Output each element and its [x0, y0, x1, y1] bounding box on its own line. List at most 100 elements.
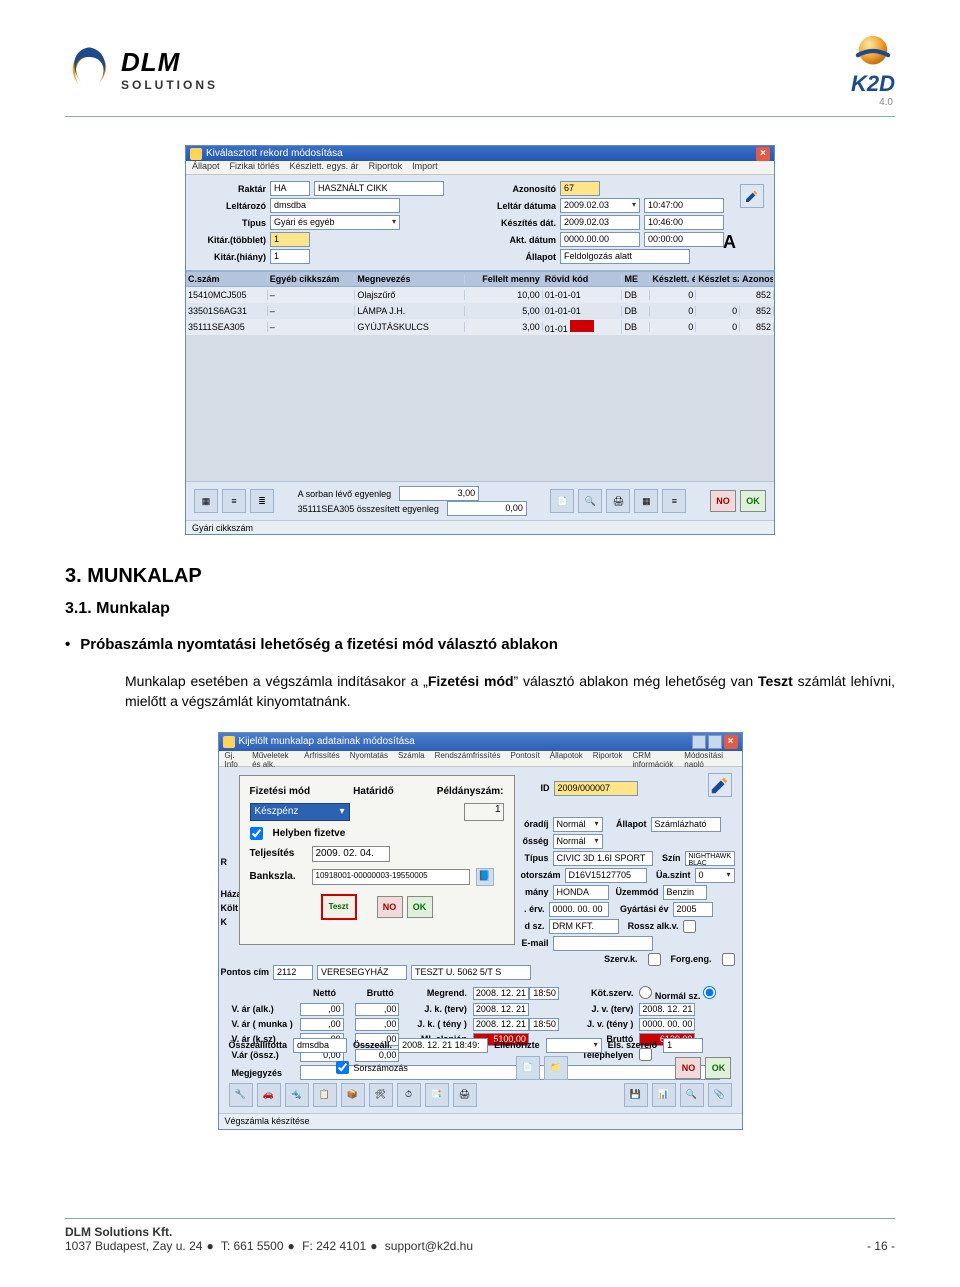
tool-button[interactable]: ≡ — [222, 489, 246, 513]
col-keszlett[interactable]: Készlett. é — [650, 274, 696, 284]
fld[interactable]: 18:50 — [529, 1018, 559, 1031]
maximize-button[interactable] — [708, 735, 722, 749]
fld[interactable]: HONDA — [553, 885, 609, 900]
bank-lookup-button[interactable]: 📘 — [476, 868, 494, 886]
tool-button[interactable]: ▦ — [194, 489, 218, 513]
fld[interactable]: Benzin — [663, 885, 707, 900]
akt-time-field[interactable]: 00:00:00 — [644, 232, 724, 247]
menu-item[interactable]: Műveletek és alk. — [252, 751, 294, 766]
menu-item[interactable]: Rendszámfrissítés — [435, 751, 501, 766]
menu-item[interactable]: Riportok — [369, 161, 403, 174]
close-button[interactable]: × — [724, 735, 738, 749]
azonosito-field[interactable]: 67 — [560, 181, 600, 196]
tool-button[interactable]: ⏱ — [397, 1083, 421, 1107]
tool-button[interactable]: 🔍 — [578, 489, 602, 513]
menu-item[interactable]: CRM információk — [633, 751, 675, 766]
sorszam-checkbox[interactable] — [336, 1061, 349, 1074]
fld[interactable]: dmsdba — [293, 1038, 347, 1053]
leltar-time-field[interactable]: 10:47:00 — [644, 198, 724, 213]
raktar-code-field[interactable]: HA — [270, 181, 310, 196]
tool-button[interactable]: 🔍 — [680, 1083, 704, 1107]
fld[interactable]: 2008. 12. 21 — [639, 1003, 695, 1016]
forg-checkbox[interactable] — [722, 953, 735, 966]
tool-button[interactable]: ▦ — [634, 489, 658, 513]
fld[interactable]: ,00 — [355, 1003, 399, 1016]
fld[interactable]: 2008. 12. 21 — [473, 1018, 529, 1031]
tool-button[interactable]: 🔩 — [285, 1083, 309, 1107]
tool-button[interactable]: ≡ — [662, 489, 686, 513]
table-row[interactable]: 35111SEA305 – GYÚJTÁSKULCS 3,00 01-01 DB… — [186, 319, 774, 335]
fld[interactable]: 1 — [663, 1038, 703, 1053]
menu-item[interactable]: Állapot — [192, 161, 220, 174]
szervk-checkbox[interactable] — [648, 953, 661, 966]
normal-radio[interactable] — [703, 986, 716, 999]
table-row[interactable]: 15410MCJ505 – Olajszűrő 10,00 01-01-01 D… — [186, 287, 774, 303]
col-megnev[interactable]: Megnevezés — [355, 274, 465, 284]
keszites-field[interactable]: 2009.02.03 — [560, 215, 640, 230]
tool-button[interactable]: 🚗 — [257, 1083, 281, 1107]
fld[interactable]: 18:50 — [529, 987, 559, 1000]
tool-button[interactable]: 📎 — [708, 1083, 732, 1107]
fld[interactable]: 0000. 00. 00 — [639, 1018, 695, 1031]
fld[interactable]: 0000. 00. 00 — [549, 902, 609, 917]
table-row[interactable]: 33501S6AG31 – LÁMPA J.H. 5,00 01-01-01 D… — [186, 303, 774, 319]
raktar-field[interactable]: HASZNÁLT CIKK — [314, 181, 444, 196]
ok-button[interactable]: OK — [740, 490, 766, 512]
menu-item[interactable]: Gj. Info — [225, 751, 243, 766]
email-field[interactable] — [553, 936, 653, 951]
fld[interactable]: 2005 — [673, 902, 713, 917]
ok-button[interactable]: OK — [705, 1057, 731, 1079]
kotsz-radio[interactable] — [639, 986, 652, 999]
no-button[interactable]: NO — [377, 896, 403, 918]
fld[interactable]: ,00 — [300, 1018, 344, 1031]
col-egyeb[interactable]: Egyéb cikkszám — [268, 274, 356, 284]
edit-button[interactable] — [740, 184, 764, 208]
kitar-hiany-field[interactable]: 1 — [270, 249, 310, 264]
fld[interactable]: D16V15127705 — [565, 868, 647, 883]
ok-button[interactable]: OK — [407, 896, 433, 918]
fld[interactable]: 0 — [695, 868, 735, 883]
teljesites-field[interactable]: 2009. 02. 04. — [312, 846, 390, 862]
kitar-tobblet-field[interactable]: 1 — [270, 232, 310, 247]
fld[interactable]: VERESEGYHÁZ — [317, 965, 407, 980]
tool-button[interactable]: 📦 — [341, 1083, 365, 1107]
col-cszam[interactable]: C.szám — [186, 274, 268, 284]
fld[interactable]: CIVIC 3D 1.6I SPORT — [553, 851, 653, 866]
tool-button[interactable]: 🔧 — [229, 1083, 253, 1107]
tool-button[interactable]: 📄 — [550, 489, 574, 513]
fld[interactable]: 2008. 12. 21 — [473, 987, 529, 1000]
fld[interactable]: 2112 — [273, 965, 313, 980]
fld[interactable]: Normál — [553, 834, 603, 849]
minimize-button[interactable] — [692, 735, 706, 749]
keszites-time-field[interactable]: 10:46:00 — [644, 215, 724, 230]
menu-item[interactable]: Import — [412, 161, 438, 174]
col-keszlet[interactable]: Rövid kód — [543, 274, 623, 284]
tool-button[interactable]: 📊 — [652, 1083, 676, 1107]
peldany-spinner[interactable]: 1 — [464, 803, 504, 821]
close-button[interactable]: × — [756, 147, 770, 161]
leltarozo-field[interactable]: dmsdba — [270, 198, 400, 213]
fld[interactable]: Normál — [553, 817, 603, 832]
tool-button[interactable]: 🖨 — [453, 1083, 477, 1107]
tool-button[interactable]: 🛠 — [369, 1083, 393, 1107]
tool-button[interactable]: ≣ — [250, 489, 274, 513]
akt-field[interactable]: 0000.00.00 — [560, 232, 640, 247]
menu-item[interactable]: Készlett. egys. ár — [290, 161, 359, 174]
menu-item[interactable]: Pontosít — [510, 751, 539, 766]
teszt-button[interactable]: Teszt — [321, 894, 357, 920]
fld[interactable]: ,00 — [355, 1018, 399, 1031]
menu-item[interactable]: Számla — [398, 751, 425, 766]
col-azon[interactable]: Azonosító — [740, 274, 774, 284]
fld[interactable]: 2008. 12. 21 — [473, 1003, 529, 1016]
fld[interactable]: 2008. 12. 21 18:49: — [398, 1038, 488, 1053]
menu-item[interactable]: Módosítási napló — [684, 751, 725, 766]
leltar-datum-field[interactable]: 2009.02.03 — [560, 198, 640, 213]
fld[interactable]: NIGHTHAWK BLAC — [685, 851, 735, 866]
no-button[interactable]: NO — [675, 1057, 701, 1079]
tipus-select[interactable]: Gyári és egyéb — [270, 215, 400, 230]
bankszla-field[interactable]: 10918001-00000003-19550005 — [312, 869, 470, 885]
tool-button[interactable]: 💾 — [624, 1083, 648, 1107]
menu-item[interactable]: Árfrissítés — [304, 751, 340, 766]
menu-item[interactable]: Fizikai törlés — [230, 161, 280, 174]
menu-item[interactable]: Riportok — [593, 751, 623, 766]
